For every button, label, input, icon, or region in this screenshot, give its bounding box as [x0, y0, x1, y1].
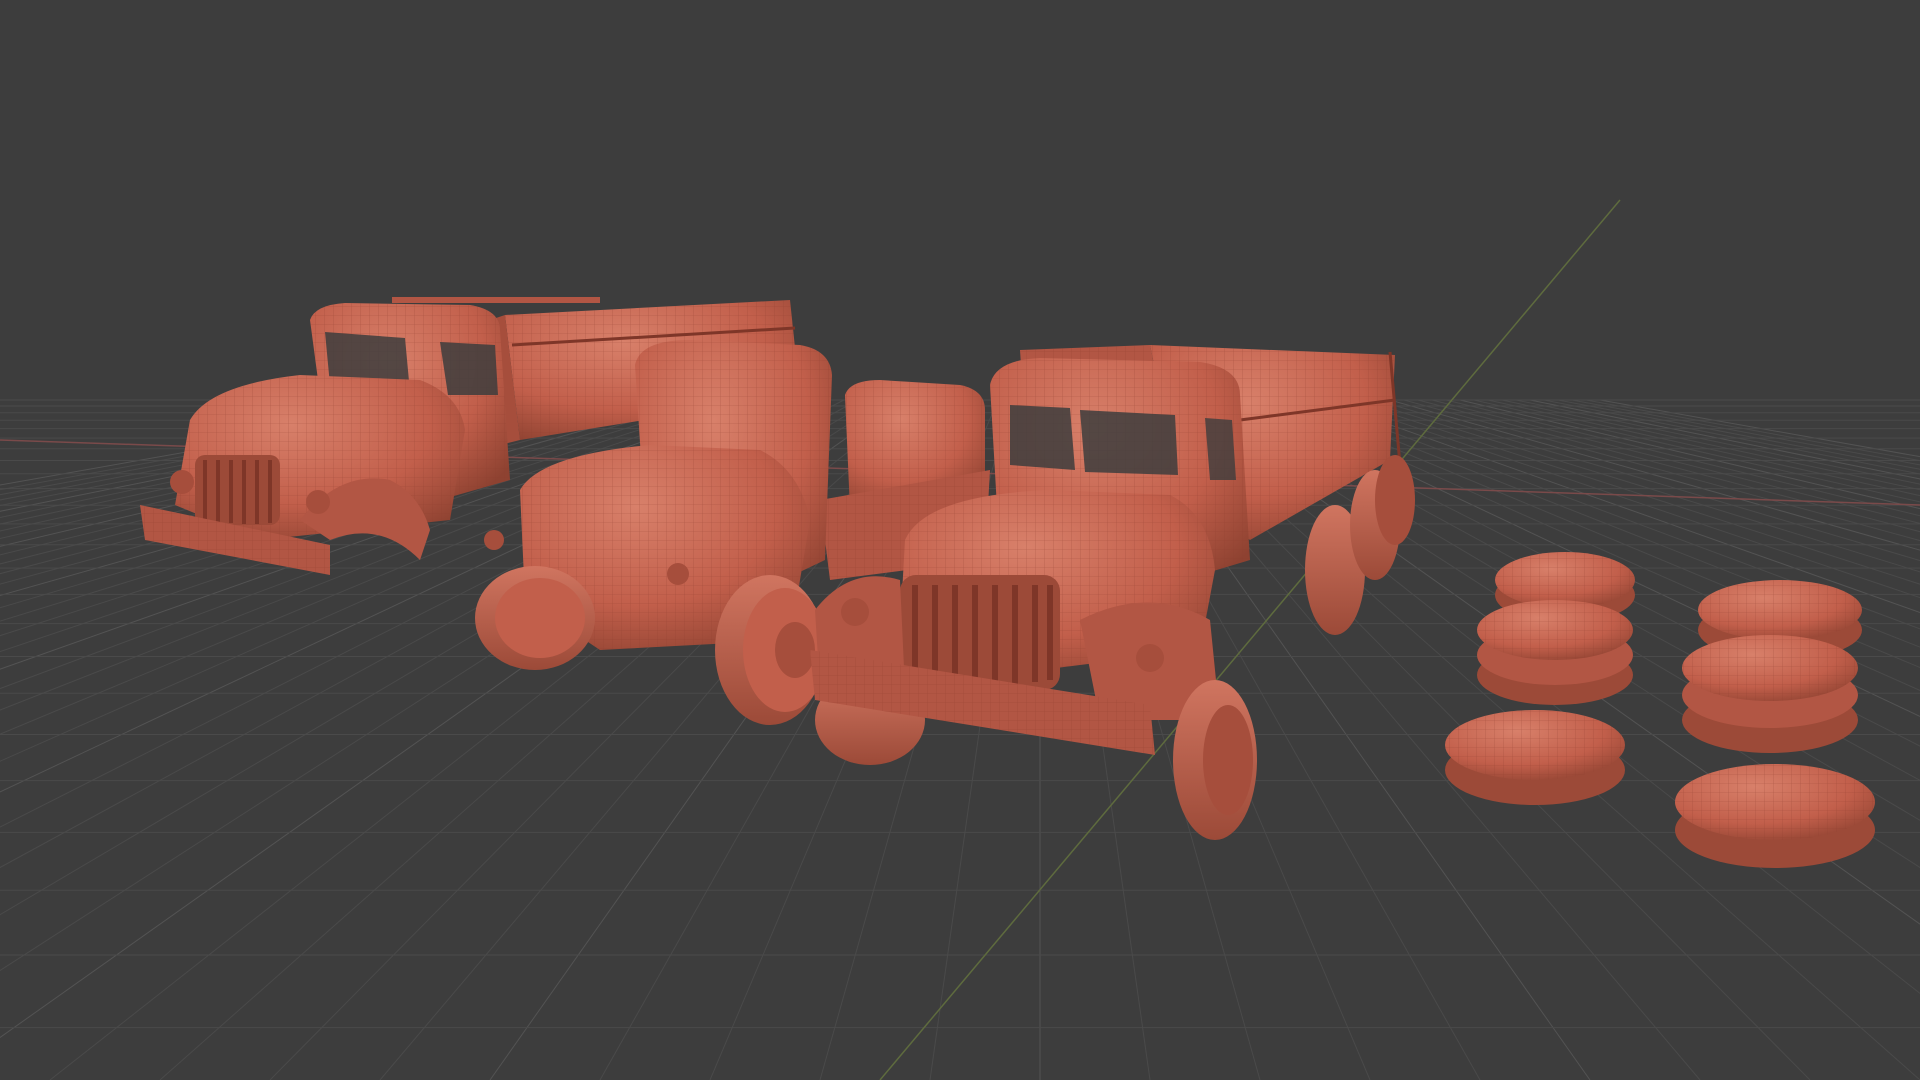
- 3d-viewport[interactable]: [0, 0, 1920, 1080]
- wheel-disc[interactable]: [1445, 710, 1625, 805]
- wheel-set-right[interactable]: [1675, 580, 1875, 868]
- wheel-disc[interactable]: [1682, 635, 1858, 753]
- grille: [195, 455, 280, 525]
- wheel-disc[interactable]: [1675, 764, 1875, 868]
- wheel-disc[interactable]: [1477, 600, 1633, 705]
- viewport-scene[interactable]: [0, 0, 1920, 1080]
- wheel-set-left[interactable]: [1445, 552, 1635, 805]
